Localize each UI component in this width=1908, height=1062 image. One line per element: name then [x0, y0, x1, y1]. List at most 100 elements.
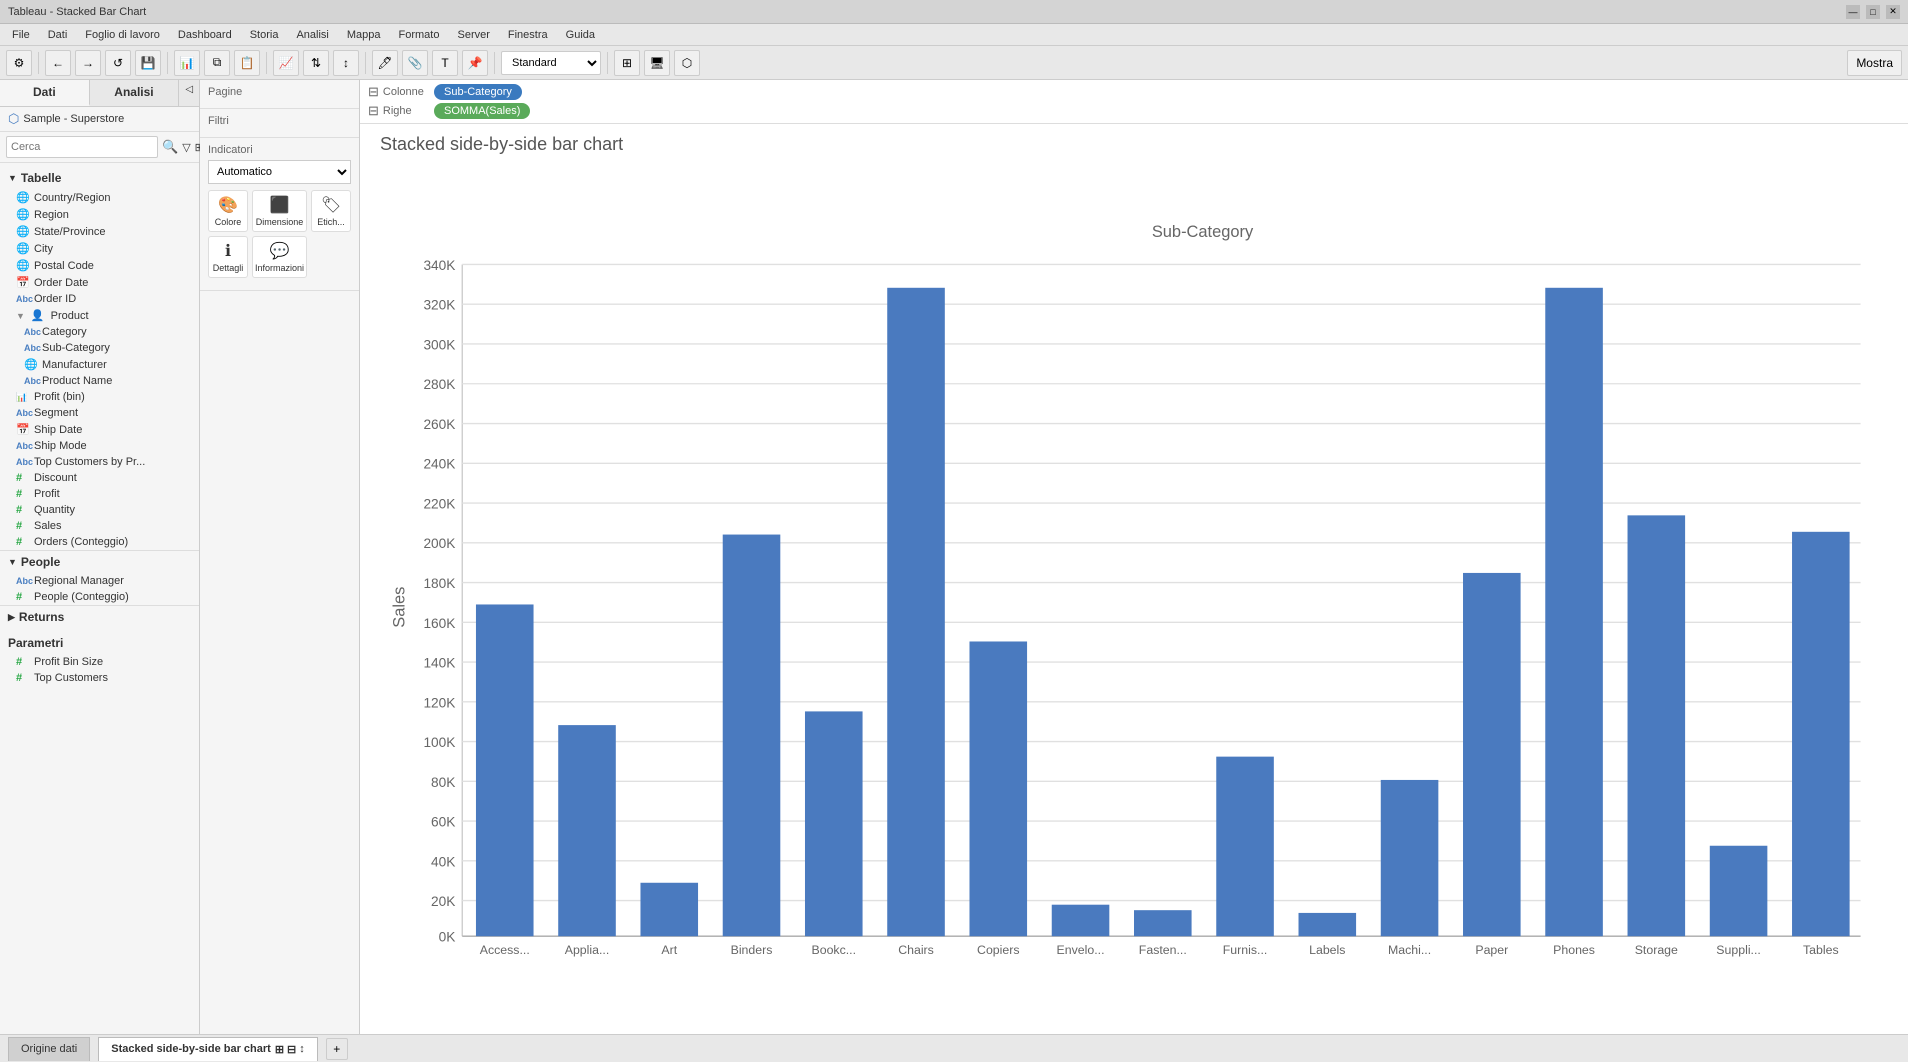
item-segment[interactable]: Abc Segment — [0, 405, 199, 421]
datasource-name[interactable]: Sample - Superstore — [23, 113, 124, 125]
toolbar-save-btn[interactable]: 💾 — [135, 50, 161, 76]
bar-storage[interactable] — [1628, 515, 1686, 936]
indicatori-dropdown[interactable]: Automatico — [208, 160, 351, 184]
add-sheet-button[interactable]: + — [326, 1038, 348, 1060]
item-profit-bin-size[interactable]: # Profit Bin Size — [0, 654, 199, 670]
toolbar-chart-btn[interactable]: 📈 — [273, 50, 299, 76]
toolbar-paste-btn[interactable]: 📋 — [234, 50, 260, 76]
menu-dati[interactable]: Dati — [40, 27, 76, 43]
returns-header[interactable]: ▶ Returns — [0, 605, 199, 628]
minimize-button[interactable]: — — [1846, 5, 1860, 19]
toolbar-highlight-btn[interactable]: 🖊 — [372, 50, 398, 76]
righe-pill[interactable]: SOMMA(Sales) — [434, 103, 530, 119]
item-state[interactable]: 🌐 State/Province — [0, 223, 199, 240]
item-shipdate[interactable]: 📅 Ship Date — [0, 421, 199, 438]
item-category[interactable]: Abc Category — [0, 324, 199, 340]
bar-furnis[interactable] — [1216, 757, 1274, 937]
bar-copiers[interactable] — [969, 641, 1027, 936]
toolbar-text-btn[interactable]: T — [432, 50, 458, 76]
item-manufacturer[interactable]: 🌐 Manufacturer — [0, 356, 199, 373]
colonne-pill[interactable]: Sub-Category — [434, 84, 522, 100]
tab-collapse-arrow[interactable]: ◁ — [179, 80, 199, 106]
item-orderid[interactable]: Abc Order ID — [0, 291, 199, 307]
card-informazioni[interactable]: 💬 Informazioni — [252, 236, 307, 278]
menu-mappa[interactable]: Mappa — [339, 27, 389, 43]
bar-art[interactable] — [640, 883, 698, 936]
tab-dati[interactable]: Dati — [0, 80, 90, 106]
bar-applia[interactable] — [558, 725, 616, 936]
item-profit[interactable]: # Profit — [0, 486, 199, 502]
close-button[interactable]: ✕ — [1886, 5, 1900, 19]
menu-finestra[interactable]: Finestra — [500, 27, 556, 43]
window-controls[interactable]: — □ ✕ — [1846, 5, 1900, 19]
menu-foglio[interactable]: Foglio di lavoro — [77, 27, 168, 43]
card-etichetta[interactable]: 🏷 Etich... — [311, 190, 351, 232]
tab-icon-2[interactable]: ⊟ — [287, 1043, 296, 1056]
menu-server[interactable]: Server — [449, 27, 497, 43]
status-tab-origin[interactable]: Origine dati — [8, 1037, 90, 1061]
bar-bookc[interactable] — [805, 711, 863, 936]
toolbar-share-btn[interactable]: ⬡ — [674, 50, 700, 76]
bar-labels[interactable] — [1299, 913, 1357, 936]
toolbar-view-dropdown[interactable]: Standard — [501, 51, 601, 75]
bar-chairs[interactable] — [887, 288, 945, 936]
maximize-button[interactable]: □ — [1866, 5, 1880, 19]
toolbar-back-btn[interactable]: ← — [45, 50, 71, 76]
item-regional-manager[interactable]: Abc Regional Manager — [0, 573, 199, 589]
item-orderdate[interactable]: 📅 Order Date — [0, 274, 199, 291]
toolbar-fix-btn[interactable]: ⊞ — [614, 50, 640, 76]
toolbar-forward-btn[interactable]: → — [75, 50, 101, 76]
item-country[interactable]: 🌐 Country/Region — [0, 189, 199, 206]
bar-fasten[interactable] — [1134, 910, 1192, 936]
item-region[interactable]: 🌐 Region — [0, 206, 199, 223]
bar-paper[interactable] — [1463, 573, 1521, 936]
status-tab-chart[interactable]: Stacked side-by-side bar chart ⊞ ⊟ ↕ — [98, 1037, 318, 1061]
bar-phones[interactable] — [1545, 288, 1603, 936]
toolbar-undo-btn[interactable]: ↺ — [105, 50, 131, 76]
item-shipmode[interactable]: Abc Ship Mode — [0, 438, 199, 454]
menu-guida[interactable]: Guida — [558, 27, 603, 43]
menu-storia[interactable]: Storia — [242, 27, 287, 43]
bar-suppli[interactable] — [1710, 846, 1768, 936]
item-topcustomers[interactable]: Abc Top Customers by Pr... — [0, 454, 199, 470]
card-colore[interactable]: 🎨 Colore — [208, 190, 248, 232]
item-orders[interactable]: # Orders (Conteggio) — [0, 534, 199, 550]
tab-icon-3[interactable]: ↕ — [299, 1043, 305, 1056]
card-dimensione[interactable]: ⬛ Dimensione — [252, 190, 307, 232]
item-quantity[interactable]: # Quantity — [0, 502, 199, 518]
search-icon[interactable]: 🔍 — [162, 139, 178, 155]
item-productname[interactable]: Abc Product Name — [0, 373, 199, 389]
bar-binders[interactable] — [723, 535, 781, 937]
item-people-count[interactable]: # People (Conteggio) — [0, 589, 199, 605]
menu-formato[interactable]: Formato — [391, 27, 448, 43]
toolbar-sort-btn[interactable]: ↕ — [333, 50, 359, 76]
bar-envelo[interactable] — [1052, 905, 1110, 937]
tabelle-header[interactable]: ▼ Tabelle — [0, 167, 199, 189]
toolbar-annotation-btn[interactable]: 📎 — [402, 50, 428, 76]
tab-analisi[interactable]: Analisi — [90, 80, 180, 106]
item-top-customers[interactable]: # Top Customers — [0, 670, 199, 686]
filter-icon[interactable]: ▽ — [182, 141, 190, 154]
toolbar-device-btn[interactable]: 🖥 — [644, 50, 670, 76]
toolbar-home-btn[interactable]: ⚙ — [6, 50, 32, 76]
toolbar-pin-btn[interactable]: 📌 — [462, 50, 488, 76]
menu-file[interactable]: File — [4, 27, 38, 43]
bar-access[interactable] — [476, 604, 534, 936]
menu-dashboard[interactable]: Dashboard — [170, 27, 240, 43]
toolbar-add-ds-btn[interactable]: 📊 — [174, 50, 200, 76]
menu-analisi[interactable]: Analisi — [288, 27, 336, 43]
item-subcategory[interactable]: Abc Sub-Category — [0, 340, 199, 356]
item-product-group[interactable]: ▼ 👤 Product — [0, 307, 199, 324]
bar-tables[interactable] — [1792, 532, 1850, 936]
toolbar-mostra-btn[interactable]: Mostra — [1847, 50, 1902, 76]
card-dettagli[interactable]: ℹ Dettagli — [208, 236, 248, 278]
item-sales[interactable]: # Sales — [0, 518, 199, 534]
tab-icon-1[interactable]: ⊞ — [275, 1043, 284, 1056]
item-city[interactable]: 🌐 City — [0, 240, 199, 257]
search-input[interactable] — [6, 136, 158, 158]
toolbar-copy-btn[interactable]: ⧉ — [204, 50, 230, 76]
toolbar-swap-btn[interactable]: ⇅ — [303, 50, 329, 76]
item-postal[interactable]: 🌐 Postal Code — [0, 257, 199, 274]
people-header[interactable]: ▼ People — [0, 550, 199, 573]
item-profitbin[interactable]: 📊 Profit (bin) — [0, 389, 199, 405]
